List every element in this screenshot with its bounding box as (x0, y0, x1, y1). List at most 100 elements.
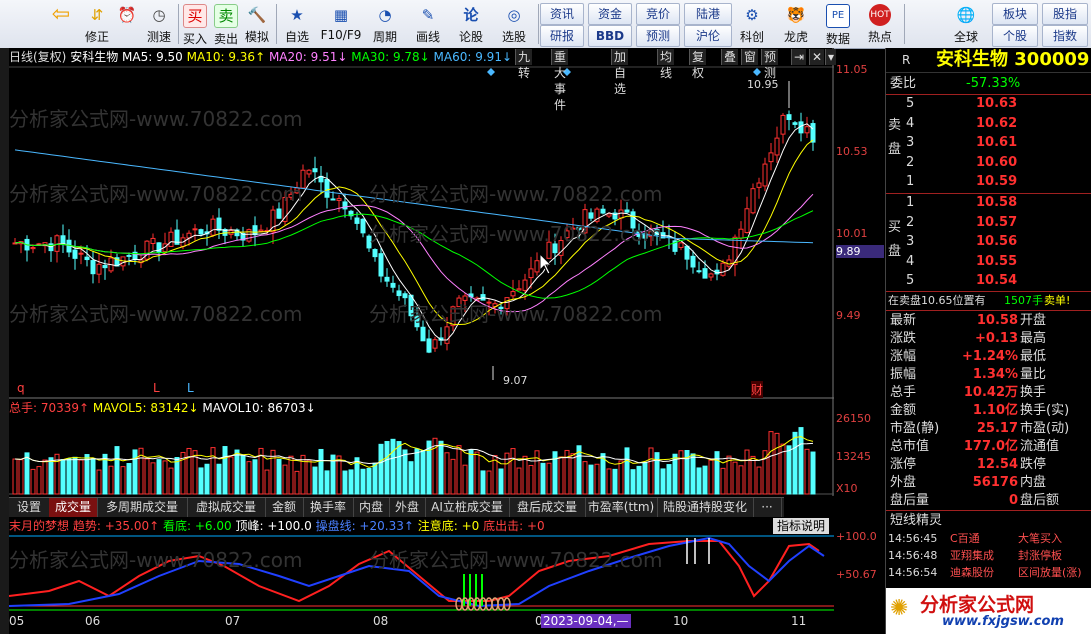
event-marker[interactable]: L (153, 381, 160, 395)
candle-body (306, 169, 312, 175)
level: 3 (906, 234, 915, 249)
tab-amount[interactable]: 金额 (265, 498, 304, 517)
stat-row[interactable]: 外盘 56176 内盘 (886, 474, 1091, 492)
tab-inner[interactable]: 内盘 (353, 498, 390, 517)
sell-level-row[interactable]: 5 10.63 (886, 95, 1091, 113)
indicator-help-button[interactable]: 指标说明 (773, 518, 830, 534)
dragon-tiger-button[interactable]: 🐯 龙虎 (776, 2, 816, 46)
speed-test-button[interactable]: ◷ 测速 (142, 2, 176, 46)
event-marker[interactable]: q (17, 381, 25, 395)
left-scroll-strip[interactable] (0, 48, 9, 634)
tab-turnover[interactable]: 换手率 (303, 498, 354, 517)
simulate-button[interactable]: 🔨 模拟 (242, 2, 272, 46)
index-button[interactable]: 指数 (1042, 25, 1088, 47)
auction-button[interactable]: 竞价 (636, 3, 680, 25)
draw-line-button[interactable]: ✎ 画线 (408, 2, 448, 46)
bbd-button[interactable]: BBD (588, 25, 632, 47)
sell-level-row[interactable]: 3 10.61 (886, 134, 1091, 152)
buy-level-row[interactable]: 2 10.57 (886, 214, 1091, 232)
kline-chart[interactable]: 分析家公式网-www.70822.com 分析家公式网-www.70822.co… (9, 48, 837, 496)
buy-level-row[interactable]: 5 10.54 (886, 272, 1091, 290)
tab-multi-period-volume[interactable]: 多周期成交量 (97, 498, 188, 517)
tab-outer[interactable]: 外盘 (389, 498, 426, 517)
sprite-row[interactable]: 14:56:54 迪森股份 区间放量(涨) (886, 564, 1091, 582)
stat-row[interactable]: 最新 10.58 开盘 (886, 312, 1091, 330)
watchlist-button[interactable]: ★ 自选 (280, 2, 314, 46)
news-button[interactable]: 资讯 (540, 3, 584, 25)
indicator-panel[interactable]: 末月的梦想 趋势: +35.00↑ 看底: +6.00 顶峰: +100.0 操… (9, 516, 834, 612)
close-icon[interactable]: ✕ (809, 49, 825, 65)
f10-button[interactable]: ▦ F10/F9 (318, 2, 364, 46)
stock-button[interactable]: 个股 (992, 25, 1038, 47)
sell-level-row[interactable]: 1 10.59 (886, 173, 1091, 191)
ma60-label: MA60: 9.91↓ (433, 50, 513, 64)
index-futures-button[interactable]: 股指 (1042, 3, 1088, 25)
stat-label: 外盘 (890, 475, 917, 490)
hk-connect-button[interactable]: 陆港 (684, 3, 732, 25)
alarm-button[interactable]: ⏰ (114, 2, 140, 46)
nine-turn-button[interactable]: 九转 (515, 49, 533, 80)
ma-button[interactable]: 均线 (657, 49, 675, 80)
tab-after-hours-volume[interactable]: 盘后成交量 (509, 498, 586, 517)
forecast-button[interactable]: 预测 (636, 25, 680, 47)
tab-northbound-holdings[interactable]: 陆股通持股变化 (657, 498, 754, 517)
tab-settings[interactable]: 设置 (9, 498, 50, 517)
tab-volume[interactable]: 成交量 (49, 498, 98, 517)
tab-ai-volume[interactable]: AI立桩成交量 (425, 498, 510, 517)
forum-button[interactable]: 论论股 (454, 2, 488, 46)
event-marker[interactable]: L (187, 381, 194, 395)
volume-bar (150, 462, 156, 495)
overlay-button[interactable]: 叠 (721, 49, 739, 65)
stat-label: 换手(实) (1020, 403, 1070, 418)
stat-row[interactable]: 总市值 177.0亿 流通值 (886, 438, 1091, 456)
weibi-label: 委比 (890, 76, 917, 91)
level: 1 (906, 174, 915, 189)
stat-row[interactable]: 总手 10.42万 换手 (886, 384, 1091, 402)
volume-bar (204, 463, 210, 495)
london-connect-button[interactable]: 沪伦 (684, 25, 732, 47)
add-watchlist-button[interactable]: 加自选 (611, 49, 629, 96)
period-button[interactable]: ◔ 周期 (366, 2, 404, 46)
window-button[interactable]: 窗 (741, 49, 759, 65)
data-button[interactable]: PE 数据 (820, 2, 856, 46)
adjust-button[interactable]: 复权 (689, 49, 707, 80)
sell-level-row[interactable]: 2 10.60 (886, 154, 1091, 172)
stat-row[interactable]: 金额 1.10亿 换手(实) (886, 402, 1091, 420)
forecast-toggle-button[interactable]: 预测 (761, 49, 779, 80)
candle-body (738, 228, 744, 239)
stat-row[interactable]: 涨幅 +1.24% 最低 (886, 348, 1091, 366)
spring-marker (455, 597, 463, 611)
expand-icon[interactable]: ⇥ (791, 49, 807, 65)
fix-button[interactable]: ⇵ 修正 (82, 2, 112, 46)
funds-button[interactable]: 资金 (588, 3, 632, 25)
sprite-row[interactable]: 14:56:48 亚翔集成 封涨停板 (886, 547, 1091, 565)
stock-select-button[interactable]: ◎ 选股 (494, 2, 534, 46)
sell-button[interactable]: 卖卖出 (212, 2, 240, 46)
tab-virtual-volume[interactable]: 虚拟成交量 (187, 498, 266, 517)
sell-level-row[interactable]: 4 10.62 (886, 115, 1091, 133)
volume-bar (318, 448, 324, 495)
stat-row[interactable]: 振幅 1.34% 量比 (886, 366, 1091, 384)
hotspot-button[interactable]: HOT 热点 (862, 2, 898, 46)
global-button[interactable]: 🌐 全球 (946, 2, 986, 46)
buy-button[interactable]: 买买入 (182, 2, 208, 46)
stat-row[interactable]: 涨跌 +0.13 最高 (886, 330, 1091, 348)
research-button[interactable]: 研报 (540, 25, 584, 47)
kechuang-button[interactable]: ⚙ 科创 (734, 2, 770, 46)
tab-more[interactable]: ··· (753, 498, 782, 517)
back-button[interactable]: ⇦ (46, 2, 76, 46)
sector-button[interactable]: 板块 (992, 3, 1038, 25)
stat-row[interactable]: 市盈(静) 25.17 市盈(动) (886, 420, 1091, 438)
chevron-down-icon[interactable]: ▾ (825, 49, 837, 65)
financial-report-marker[interactable]: 财 (751, 381, 764, 398)
buy-level-row[interactable]: 3 10.56 (886, 233, 1091, 251)
volume-bar (690, 453, 696, 495)
tab-pe-ttm[interactable]: 市盈率(ttm) (585, 498, 658, 517)
stat-row[interactable]: 盘后量 0 盘后额 (886, 492, 1091, 510)
buy-level-row[interactable]: 4 10.55 (886, 253, 1091, 271)
sprite-row[interactable]: 14:56:45 C百通 大笔买入 (886, 530, 1091, 548)
major-events-button[interactable]: 重大事件 (551, 49, 569, 112)
buy-level-row[interactable]: 1 10.58 (886, 194, 1091, 212)
candle-body (192, 228, 198, 231)
stat-row[interactable]: 涨停 12.54 跌停 (886, 456, 1091, 474)
